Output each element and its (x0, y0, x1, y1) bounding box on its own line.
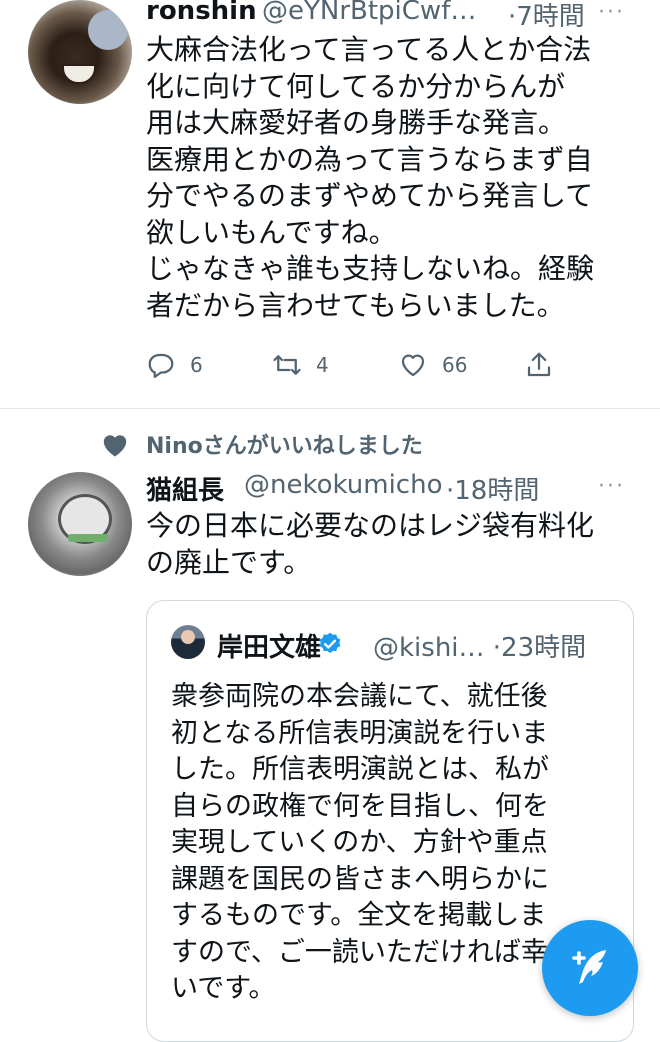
heart-filled-icon (103, 435, 127, 457)
tweet-text-line: すので、ご一読いただければ幸 (171, 936, 548, 968)
handle[interactable]: @eYNrBtpiCwf… (262, 0, 476, 26)
heart-icon (401, 354, 425, 377)
reply-count: 6 (190, 353, 203, 377)
avatar[interactable] (171, 625, 205, 659)
tweet-text-line: するものです。全文を掲載しま (171, 900, 547, 931)
tweet-text-line: 用は大麻愛好者の身勝手な発言。 (146, 106, 567, 139)
share-icon (527, 352, 551, 377)
share-button[interactable] (524, 350, 554, 380)
more-options-icon[interactable]: ··· (598, 0, 625, 25)
tweet-text-line: 実現していくのか、方針や重点 (171, 827, 548, 858)
avatar[interactable] (28, 472, 132, 576)
retweet-count: 4 (316, 353, 329, 377)
like-button[interactable]: 66 (398, 350, 467, 380)
quoted-tweet-text: 衆参両院の本会議にて、就任後 初となる所信表明演説を行いま した。所信表明演説と… (171, 679, 549, 1008)
retweet-icon (273, 355, 301, 375)
tweet-text-line: 衆参両院の本会議にて、就任後 (171, 681, 548, 712)
tweet-text-line: 欲しいもんですね。 (146, 215, 397, 249)
tweet-text-line: 医療用とかの為って言うならまず自 (146, 142, 593, 176)
tweet-text-line: 化に向けて何してるか分からんが (146, 69, 566, 103)
tweet-text-line: 者だから言わせてもらいました。 (146, 288, 565, 322)
more-options-icon[interactable]: ··· (598, 474, 625, 499)
timestamp[interactable]: ·18時間 (446, 470, 539, 507)
tweet-text-line: した。所信表明演説とは、私が (171, 754, 549, 785)
avatar-detail (88, 10, 128, 50)
tweet-text: 大麻合法化って言ってる人とか合法 化に向けて何してるか分からんが 用は大麻愛好者… (146, 32, 594, 324)
tweet-text: 今の日本に必要なのはレジ袋有料化 の廃止です。 (146, 508, 594, 581)
tweet-text-line: 初となる所信表明演説を行いま (171, 717, 549, 749)
liked-by-label: Ninoさんがいいねしました (146, 434, 423, 459)
tweet-text-line: いです。 (171, 973, 276, 1004)
timestamp[interactable]: ·7時間 (508, 0, 585, 33)
tweet-text-line: 今の日本に必要なのはレジ袋有料化 (146, 509, 595, 542)
compose-tweet-button[interactable] (542, 920, 638, 1016)
handle-and-time[interactable]: @kishi… ·23時間 (373, 627, 586, 664)
handle: @kishi… (373, 633, 485, 663)
retweet-button[interactable]: 4 (272, 350, 329, 380)
tweet-text-line: じゃなきゃ誰も支持しないね。経験 (146, 252, 595, 285)
tweet-text-line: 自らの政権で何を目指し、何を (171, 790, 549, 822)
tweet-text-line: 課題を国民の皆さまへ明らかに (171, 863, 549, 895)
reply-button[interactable]: 6 (146, 350, 203, 380)
tweet-text-line: の廃止です。 (146, 545, 312, 579)
timestamp: ·23時間 (492, 633, 587, 663)
tweet-actions: 6 4 66 (146, 350, 566, 390)
social-context[interactable]: Ninoさんがいいねしました (100, 428, 423, 460)
like-count: 66 (442, 353, 468, 377)
display-name[interactable]: 岸田文雄 (217, 627, 321, 664)
compose-tweet-icon (572, 950, 606, 984)
divider (0, 408, 660, 409)
avatar[interactable] (28, 0, 132, 104)
avatar-detail (62, 64, 96, 84)
handle[interactable]: @nekokumicho (244, 470, 442, 500)
tweet-text-line: 大麻合法化って言ってる人とか合法 (146, 33, 592, 66)
display-name[interactable]: 猫組長 (146, 470, 224, 507)
tweet-text-line: 分でやるのまずやめてから発言して (146, 179, 594, 212)
avatar-detail (68, 534, 108, 542)
verified-badge-icon (319, 632, 341, 653)
reply-icon (148, 353, 174, 378)
display-name[interactable]: ronshin (146, 0, 257, 26)
